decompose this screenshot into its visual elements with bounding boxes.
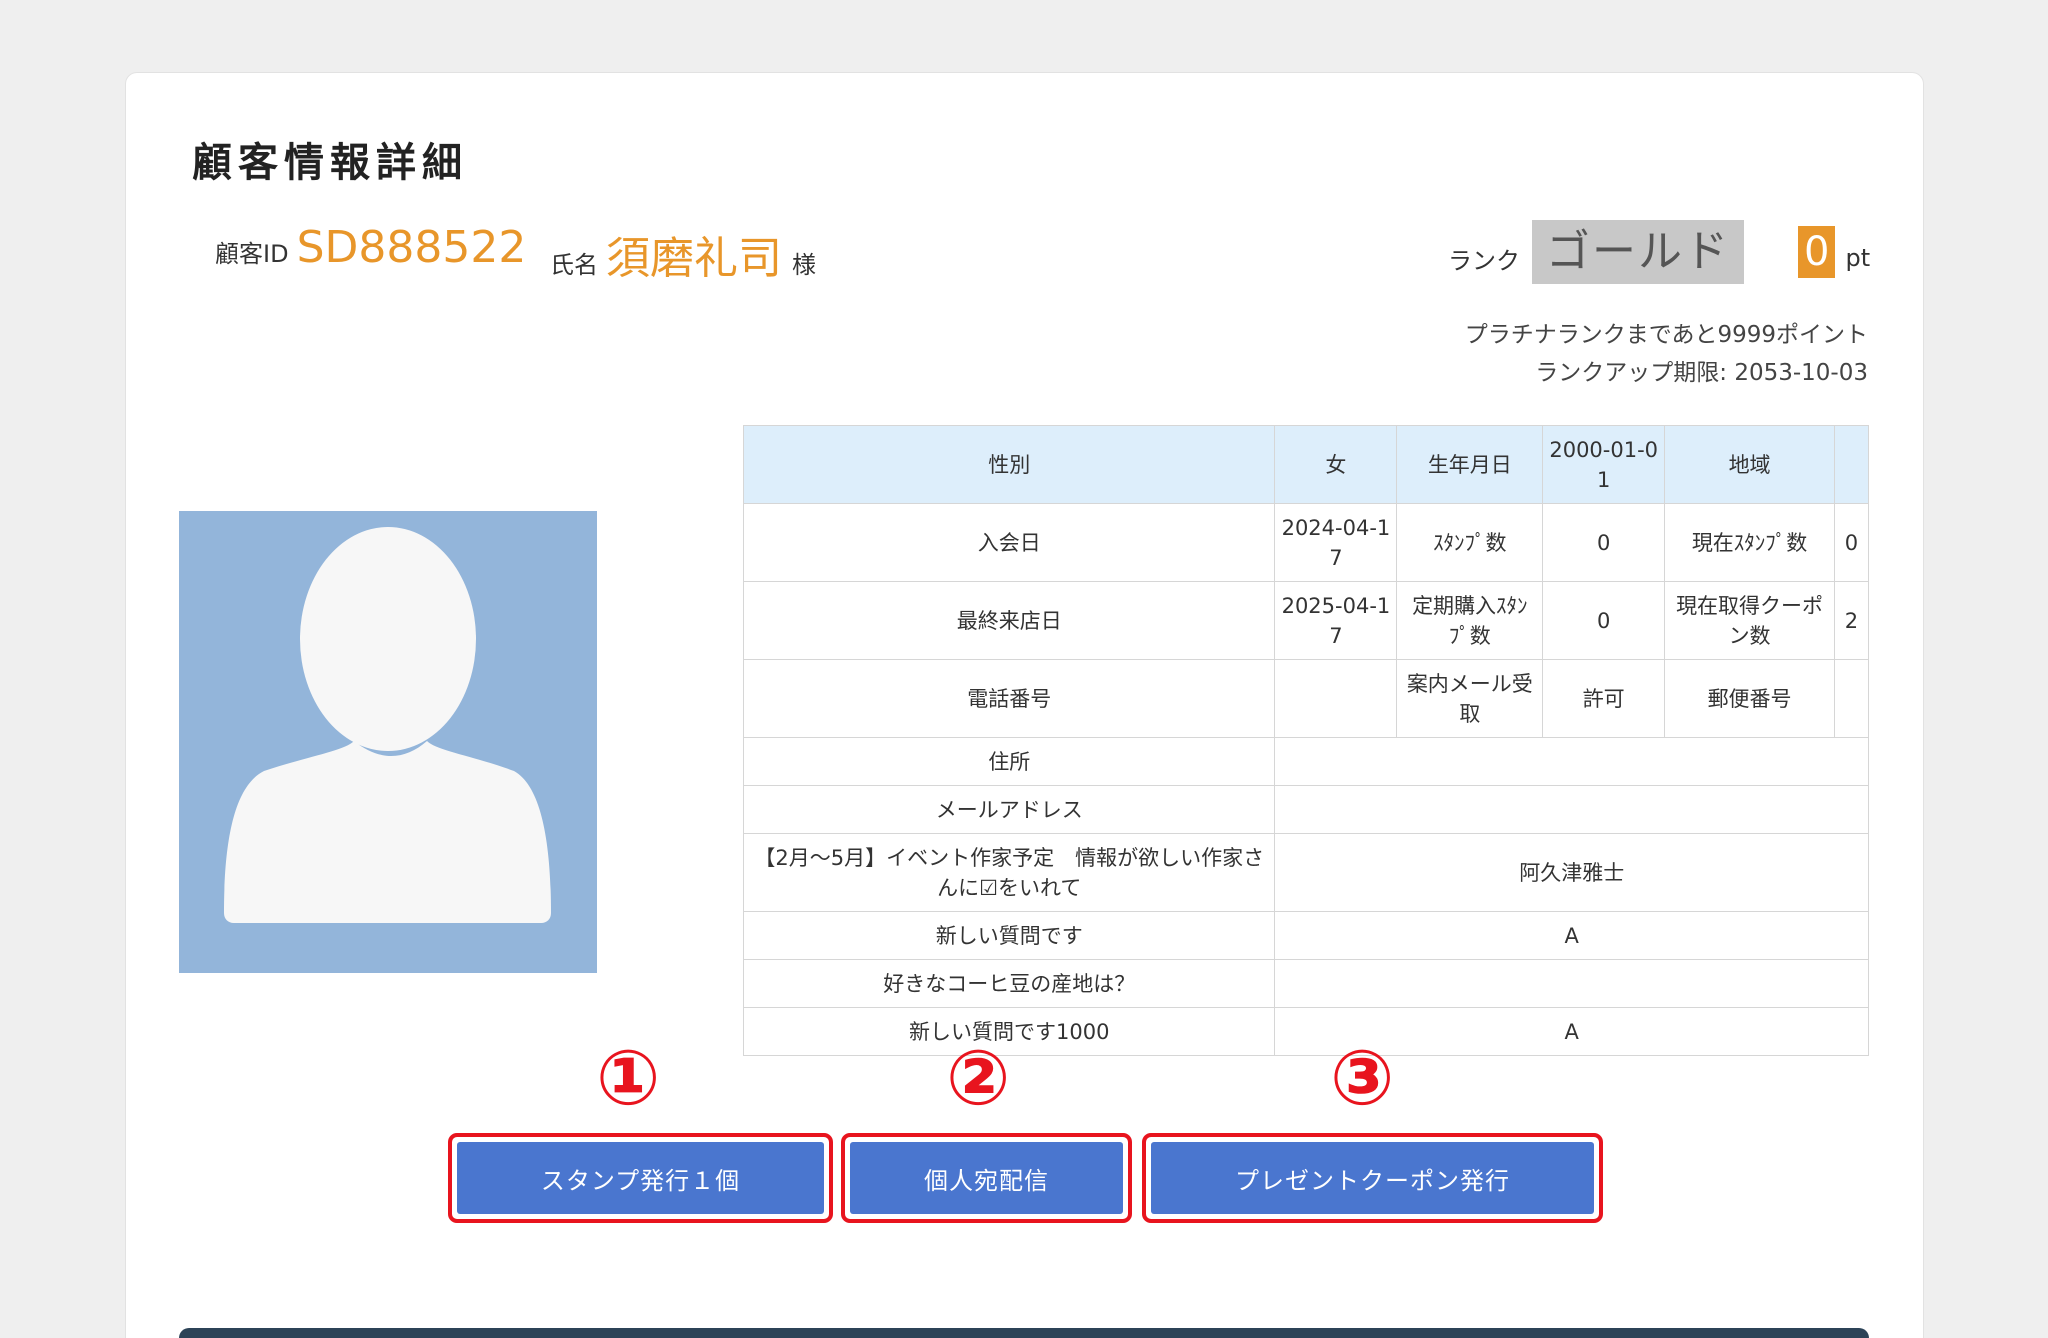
birthday-label: 生年月日: [1396, 425, 1544, 504]
last-visit-value: 2025-04-17: [1274, 581, 1398, 660]
table-row: 性別 女 生年月日 2000-01-01 地域: [742, 425, 1870, 504]
table-row: 新しい質問です A: [742, 911, 1869, 960]
rank-label: ランク: [1448, 246, 1520, 275]
question-event-label: 【2月～5月】イベント作家予定 情報が欲しい作家さんに☑をいれて: [742, 833, 1276, 912]
current-stamp-value: 0: [1833, 503, 1870, 582]
customer-name-suffix: 様: [792, 251, 816, 279]
customer-name-label: 氏名: [550, 251, 598, 279]
stamp-issue-highlight: スタンプ発行１個: [448, 1133, 833, 1223]
rank-note: プラチナランクまであと9999ポイント ランクアップ期限: 2053-10-03: [1465, 316, 1868, 392]
address-value: [1274, 737, 1869, 786]
rank-badge: ゴールド: [1532, 220, 1744, 284]
table-row: 最終来店日 2025-04-17 定期購入ｽﾀﾝﾌﾟ数 0 現在取得クーポン数 …: [742, 581, 1870, 660]
question-coffee-value: [1274, 959, 1869, 1008]
stamp-issue-button[interactable]: スタンプ発行１個: [457, 1142, 824, 1214]
email-label: メールアドレス: [742, 785, 1276, 834]
current-stamp-label: 現在ｽﾀﾝﾌﾟ数: [1664, 503, 1835, 582]
table-row: 好きなコーヒ豆の産地は？: [742, 959, 1869, 1008]
phone-label: 電話番号: [742, 659, 1276, 738]
table-row: 入会日 2024-04-17 ｽﾀﾝﾌﾟ数 0 現在ｽﾀﾝﾌﾟ数 0: [742, 503, 1870, 582]
rank-remaining-text: プラチナランクまであと9999ポイント: [1464, 322, 1868, 348]
question-event-value: 阿久津雅士: [1274, 833, 1869, 912]
customer-id-label: 顧客ID: [215, 240, 289, 268]
question-new-value: A: [1274, 911, 1869, 960]
table-row: 住所: [742, 737, 1869, 786]
postal-code-label: 郵便番号: [1664, 659, 1835, 738]
marker-2: ②: [946, 1033, 1011, 1122]
marker-3: ③: [1330, 1033, 1395, 1122]
gender-value: 女: [1274, 425, 1398, 504]
bottom-panel-header: [179, 1328, 1869, 1338]
subscription-stamp-value: 0: [1542, 581, 1666, 660]
avatar: [179, 511, 597, 973]
personal-message-highlight: 個人宛配信: [841, 1133, 1132, 1223]
stamp-value: 0: [1542, 503, 1666, 582]
coupon-count-label: 現在取得クーポン数: [1664, 581, 1835, 660]
customer-name-block: 氏名 須磨礼司 様: [550, 222, 816, 286]
rank-block: ランク ゴールド 0 pt: [1448, 220, 1870, 284]
coupon-count-value: 2: [1833, 581, 1870, 660]
present-coupon-button[interactable]: プレゼントクーポン発行: [1151, 1142, 1594, 1214]
present-coupon-highlight: プレゼントクーポン発行: [1142, 1133, 1603, 1223]
personal-message-button[interactable]: 個人宛配信: [850, 1142, 1123, 1214]
table-row: メールアドレス: [742, 785, 1869, 834]
user-silhouette-icon: [179, 511, 597, 973]
region-label: 地域: [1664, 425, 1835, 504]
region-value: [1833, 425, 1870, 504]
points-value: 0: [1798, 226, 1836, 278]
subscription-stamp-label: 定期購入ｽﾀﾝﾌﾟ数: [1396, 581, 1544, 660]
gender-label: 性別: [742, 425, 1276, 504]
phone-value: [1274, 659, 1398, 738]
points-unit: pt: [1845, 244, 1871, 272]
join-label: 入会日: [742, 503, 1276, 582]
postal-code-value: [1833, 659, 1870, 738]
table-row: 【2月～5月】イベント作家予定 情報が欲しい作家さんに☑をいれて 阿久津雅士: [742, 833, 1869, 912]
last-visit-label: 最終来店日: [742, 581, 1276, 660]
join-value: 2024-04-17: [1274, 503, 1398, 582]
email-value: [1274, 785, 1869, 834]
customer-info-table: 性別 女 生年月日 2000-01-01 地域 入会日 2024-04-17 ｽ…: [742, 425, 1870, 1056]
customer-id-value: SD888522: [296, 222, 527, 273]
question-coffee-label: 好きなコーヒ豆の産地は？: [742, 959, 1276, 1008]
table-row: 電話番号 案内メール受取 許可 郵便番号: [742, 659, 1870, 738]
mail-consent-value: 許可: [1542, 659, 1666, 738]
address-label: 住所: [742, 737, 1276, 786]
customer-name-value: 須磨礼司: [606, 233, 782, 284]
table-row: 新しい質問です1000 A: [742, 1007, 1869, 1056]
page-title: 顧客情報詳細: [192, 140, 468, 186]
question-new-label: 新しい質問です: [742, 911, 1276, 960]
customer-id-block: 顧客ID SD888522: [215, 222, 526, 273]
stamp-label: ｽﾀﾝﾌﾟ数: [1396, 503, 1544, 582]
marker-1: ①: [596, 1033, 661, 1122]
rank-deadline-text: ランクアップ期限: 2053-10-03: [1535, 360, 1868, 386]
birthday-value: 2000-01-01: [1542, 425, 1666, 504]
mail-consent-label: 案内メール受取: [1396, 659, 1544, 738]
